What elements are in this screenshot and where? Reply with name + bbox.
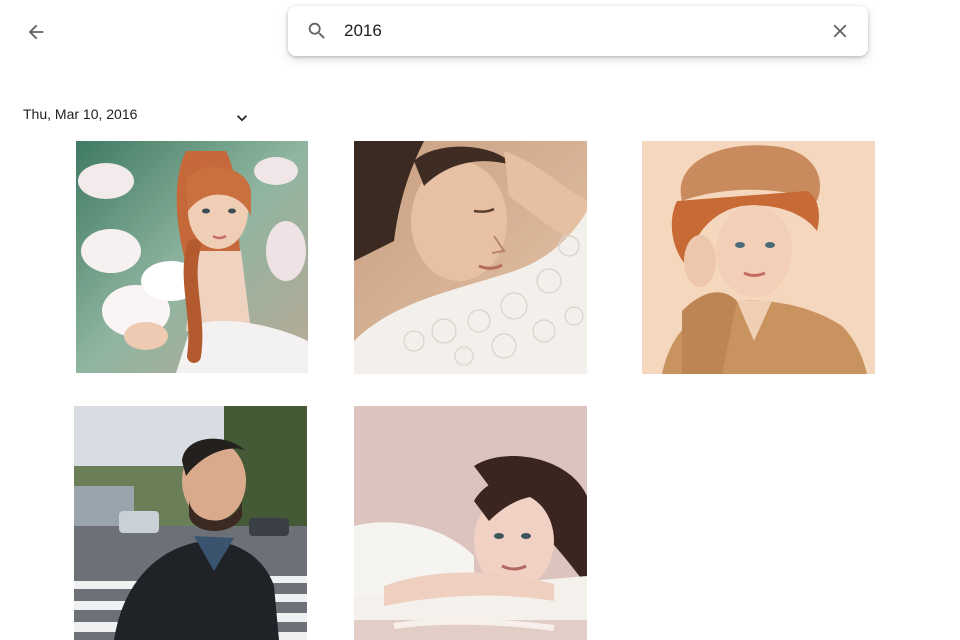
chevron-down-icon <box>232 108 252 128</box>
arrow-back-icon <box>25 21 47 43</box>
photo-image <box>642 141 875 374</box>
photo-image <box>354 406 587 640</box>
photo-thumbnail[interactable] <box>354 141 587 374</box>
photo-image <box>354 141 587 374</box>
back-button[interactable] <box>18 14 54 50</box>
photo-thumbnail[interactable] <box>354 406 587 640</box>
close-icon <box>829 20 851 42</box>
photo-thumbnail[interactable] <box>642 141 875 374</box>
photo-image <box>76 141 308 373</box>
photo-thumbnail[interactable] <box>74 406 307 640</box>
date-group-toggle[interactable] <box>232 108 252 128</box>
photo-image <box>74 406 307 640</box>
photo-thumbnail[interactable] <box>76 141 308 373</box>
date-group-header: Thu, Mar 10, 2016 <box>23 106 137 122</box>
search-bar <box>288 6 868 56</box>
date-label: Thu, Mar 10, 2016 <box>23 106 138 122</box>
search-input[interactable] <box>344 16 824 46</box>
search-icon[interactable] <box>306 20 328 42</box>
clear-search-button[interactable] <box>824 15 856 47</box>
photos-search-page: Thu, Mar 10, 2016 <box>0 0 960 640</box>
